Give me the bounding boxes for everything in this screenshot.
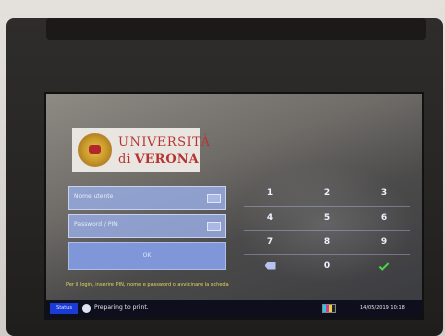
key-3[interactable]: 3 [358,182,410,204]
printer-bezel: UNIVERSITÀ di VERONA Nome utente Passwor… [6,18,443,336]
confirm-key[interactable] [358,255,410,277]
key-9[interactable]: 9 [358,231,410,253]
logo-line-1: UNIVERSITÀ [118,135,211,150]
university-logo: UNIVERSITÀ di VERONA [72,128,210,172]
checkmark-icon [378,260,390,271]
status-message: Preparing to print. [94,304,149,311]
printer-touchscreen: UNIVERSITÀ di VERONA Nome utente Passwor… [44,92,424,320]
ok-label: OK [142,252,152,259]
status-bar: Status Preparing to print. 14/05/2019 10… [46,300,422,318]
key-5[interactable]: 5 [301,207,353,229]
login-hint: Per il login, inserire PIN, nome e passw… [66,282,229,288]
toner-icon[interactable] [322,304,336,313]
password-field[interactable]: Password / PIN [68,214,226,238]
backspace-key[interactable] [244,255,296,277]
key-2[interactable]: 2 [301,182,353,204]
key-0[interactable]: 0 [301,255,353,277]
backspace-icon [264,261,276,270]
status-icon [82,304,91,313]
password-label: Password / PIN [74,221,118,228]
key-8[interactable]: 8 [301,231,353,253]
key-6[interactable]: 6 [358,207,410,229]
university-seal-icon [78,133,112,167]
key-4[interactable]: 4 [244,207,296,229]
date-time: 14/05/2019 10:18 [360,305,405,311]
username-label: Nome utente [74,193,114,200]
key-7[interactable]: 7 [244,231,296,253]
ok-button[interactable]: OK [68,242,226,270]
numeric-keypad: 1 2 3 4 5 6 7 8 9 0 [244,182,410,278]
status-button[interactable]: Status [50,303,78,314]
bezel-top-panel [46,18,426,40]
key-1[interactable]: 1 [244,182,296,204]
keyboard-icon[interactable] [207,194,221,203]
logo-line-2: di VERONA [118,152,199,167]
username-field[interactable]: Nome utente [68,186,226,210]
keyboard-icon[interactable] [207,222,221,231]
